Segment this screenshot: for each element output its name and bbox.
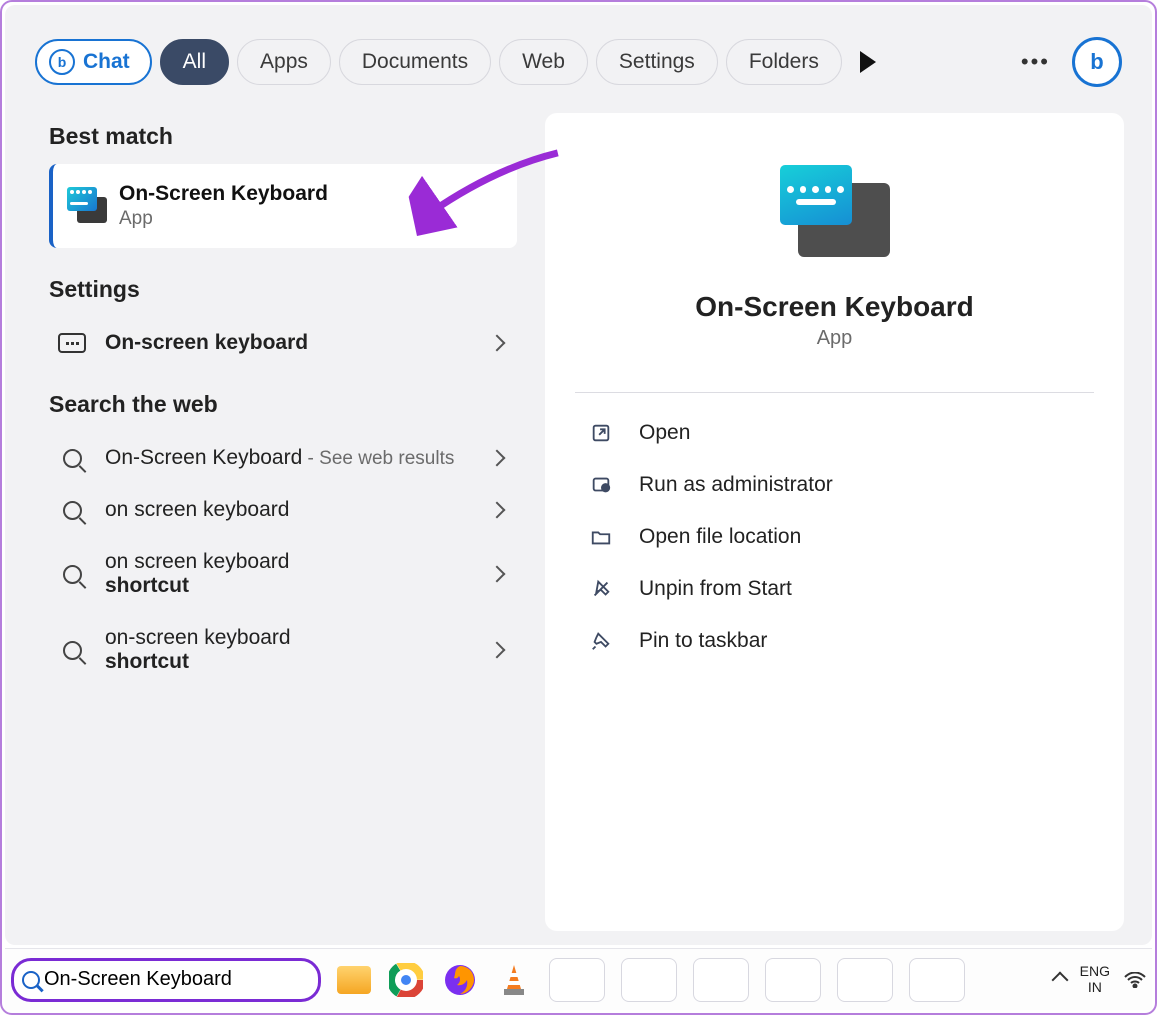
taskbar-running-app[interactable] [837,958,893,1002]
language-indicator[interactable]: ENG IN [1080,964,1110,995]
search-icon [57,638,87,662]
web-result-item[interactable]: On-Screen Keyboard - See web results [49,432,517,484]
taskbar-running-app[interactable] [909,958,965,1002]
taskbar: ENG IN [5,948,1152,1010]
chevron-right-icon [489,642,506,659]
search-icon [57,446,87,470]
action-unpin-start[interactable]: Unpin from Start [589,577,1094,601]
settings-result-item[interactable]: On-screen keyboard [49,317,517,369]
search-icon [57,498,87,522]
settings-heading: Settings [49,276,517,303]
wifi-icon[interactable] [1124,972,1146,988]
search-icon [57,562,87,586]
best-match-result[interactable]: On-Screen Keyboard App [49,164,517,248]
chat-label: Chat [83,50,130,74]
chevron-right-icon [489,502,506,519]
open-icon [589,421,613,445]
web-result-item[interactable]: on screen keyboardshortcut [49,536,517,612]
action-run-admin[interactable]: Run as administrator [589,473,1094,497]
more-tabs-arrow-icon[interactable] [860,51,876,73]
taskbar-search-input[interactable] [44,968,310,991]
web-result-item[interactable]: on screen keyboard [49,484,517,536]
bing-chat-icon: b [49,49,75,75]
taskbar-running-app[interactable] [765,958,821,1002]
search-web-heading: Search the web [49,391,517,418]
onscreen-keyboard-icon [67,187,105,225]
action-pin-taskbar[interactable]: Pin to taskbar [589,629,1094,653]
action-list: Open Run as administrator Open file loca… [575,421,1094,653]
onscreen-keyboard-large-icon [780,165,890,257]
folder-icon [589,525,613,549]
bing-logo-icon[interactable]: b [1072,37,1122,87]
web-result-item[interactable]: on-screen keyboardshortcut [49,612,517,688]
taskbar-running-app[interactable] [549,958,605,1002]
chevron-right-icon [489,566,506,583]
settings-item-label: On-screen keyboard [105,331,308,354]
chrome-icon[interactable] [387,961,425,999]
unpin-icon [589,577,613,601]
firefox-icon[interactable] [441,961,479,999]
taskbar-running-app[interactable] [693,958,749,1002]
search-icon [22,971,40,989]
divider [575,392,1094,393]
chevron-right-icon [489,335,506,352]
vlc-icon[interactable] [495,961,533,999]
overflow-menu-icon[interactable]: ••• [1007,49,1064,75]
tab-apps[interactable]: Apps [237,39,331,85]
detail-pane: On-Screen Keyboard App Open Run as admin… [545,113,1124,931]
results-list-column: Best match On-Screen Keyboard App Settin… [19,113,545,931]
tab-documents[interactable]: Documents [339,39,491,85]
best-match-title: On-Screen Keyboard [119,182,328,206]
action-open-location[interactable]: Open file location [589,525,1094,549]
filter-tabs-row: b Chat All Apps Documents Web Settings F… [19,37,1138,87]
tab-folders[interactable]: Folders [726,39,842,85]
chat-button[interactable]: b Chat [35,39,152,85]
tab-settings[interactable]: Settings [596,39,718,85]
tab-web[interactable]: Web [499,39,588,85]
detail-title: On-Screen Keyboard [695,291,974,323]
tab-all[interactable]: All [160,39,229,85]
pin-icon [589,629,613,653]
tray-expand-icon[interactable] [1051,971,1068,988]
keyboard-icon [57,331,87,355]
taskbar-search-box[interactable] [11,958,321,1002]
best-match-subtitle: App [119,208,328,230]
search-results-panel: b Chat All Apps Documents Web Settings F… [5,5,1152,945]
chevron-right-icon [489,450,506,467]
shield-icon [589,473,613,497]
taskbar-running-app[interactable] [621,958,677,1002]
file-explorer-icon[interactable] [337,966,371,994]
action-open[interactable]: Open [589,421,1094,445]
best-match-heading: Best match [49,123,517,150]
detail-subtitle: App [817,327,853,350]
